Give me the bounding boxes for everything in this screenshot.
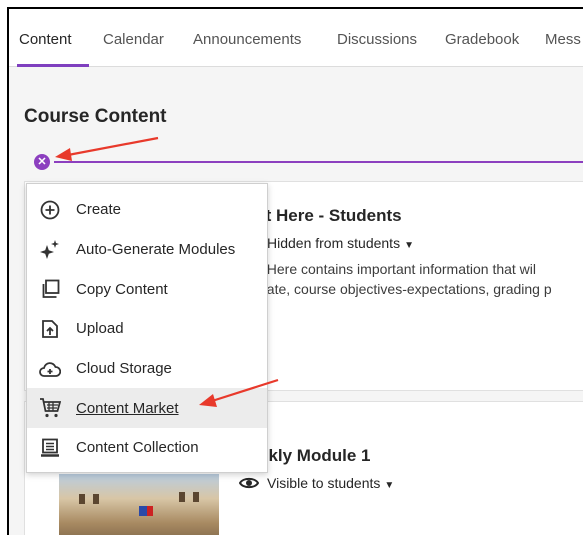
visibility-label: Hidden from students — [267, 235, 401, 251]
copy-icon — [39, 278, 61, 300]
menu-item-upload[interactable]: Upload — [27, 309, 267, 349]
menu-item-content-collection[interactable]: Content Collection — [27, 428, 267, 468]
eye-icon — [238, 477, 260, 489]
visibility-label: Visible to students — [267, 475, 381, 491]
tab-messages[interactable]: Mess — [545, 31, 581, 48]
tab-content[interactable]: Content — [19, 31, 72, 48]
add-content-divider — [54, 161, 583, 163]
tab-discussions[interactable]: Discussions — [337, 31, 417, 48]
card-title[interactable]: rt Here - Students — [259, 206, 402, 226]
menu-item-copy-content[interactable]: Copy Content — [27, 269, 267, 309]
sparkle-icon — [39, 239, 61, 261]
card-description-line: gate, course objectives-expectations, gr… — [259, 281, 552, 297]
menu-item-create[interactable]: Create — [27, 190, 267, 230]
menu-item-auto-generate-modules[interactable]: Auto-Generate Modules — [27, 230, 267, 270]
card-title[interactable]: ekly Module 1 — [259, 446, 370, 466]
active-tab-indicator — [17, 64, 89, 67]
chevron-down-icon: ▼ — [384, 480, 395, 491]
collection-icon — [39, 437, 61, 459]
menu-item-label: Cloud Storage — [76, 360, 172, 378]
tab-announcements[interactable]: Announcements — [193, 31, 301, 48]
plus-circle-icon — [39, 199, 61, 221]
menu-item-label: Content Market — [76, 399, 179, 417]
cart-icon — [39, 397, 61, 419]
module-thumbnail-image — [59, 474, 219, 535]
app-frame: Content Calendar Announcements Discussio… — [7, 7, 583, 535]
menu-item-label: Create — [76, 201, 122, 219]
close-menu-button[interactable]: ✕ — [34, 154, 50, 170]
page-title: Course Content — [24, 106, 167, 127]
menu-item-content-market[interactable]: Content Market — [27, 388, 267, 429]
upload-icon — [39, 318, 61, 340]
tab-gradebook[interactable]: Gradebook — [445, 31, 519, 48]
menu-item-cloud-storage[interactable]: Cloud Storage — [27, 349, 267, 389]
menu-item-label: Upload — [76, 320, 124, 338]
menu-item-label: Auto-Generate Modules — [76, 241, 236, 259]
cloud-icon — [39, 358, 61, 380]
card-description-line: : Here contains important information th… — [259, 261, 537, 277]
add-content-menu: Create Auto-Generate Modules Copy Conten… — [26, 183, 268, 473]
course-tab-bar: Content Calendar Announcements Discussio… — [9, 9, 583, 67]
menu-item-label: Content Collection — [76, 439, 199, 457]
tab-calendar[interactable]: Calendar — [103, 31, 164, 48]
chevron-down-icon: ▼ — [404, 240, 414, 251]
visibility-dropdown[interactable]: Hidden from students ▼ — [267, 235, 414, 251]
menu-item-label: Copy Content — [76, 280, 168, 298]
visibility-dropdown[interactable]: Visible to students ▼ — [238, 475, 395, 491]
